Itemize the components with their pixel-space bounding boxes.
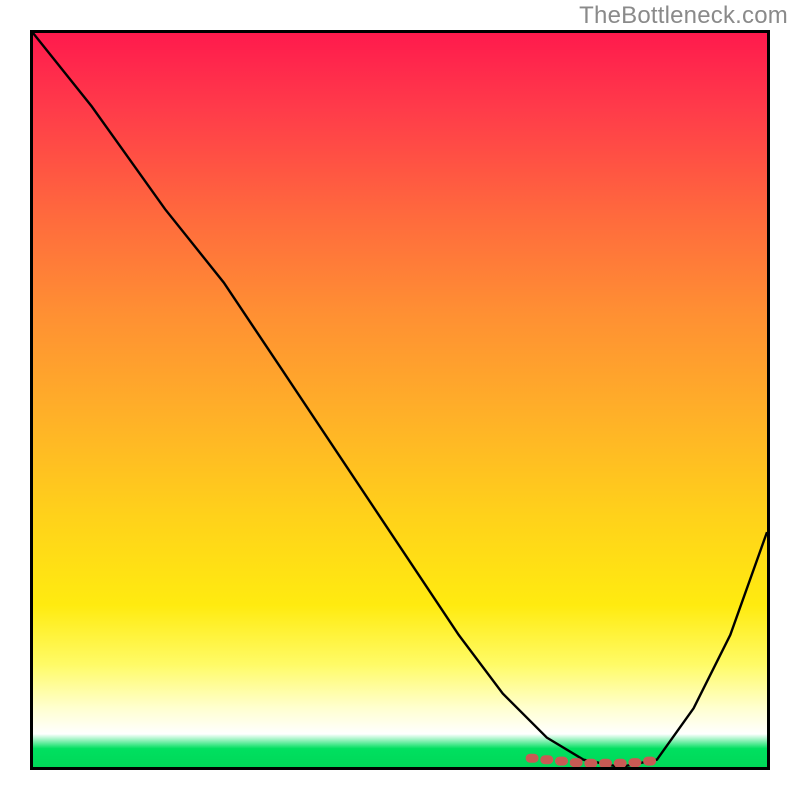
highlight-dots — [530, 758, 652, 763]
chart-container: TheBottleneck.com — [0, 0, 800, 800]
highlight-dot — [530, 758, 652, 763]
plot-area — [30, 30, 770, 770]
watermark-text: TheBottleneck.com — [579, 2, 788, 30]
curve-layer — [33, 33, 767, 767]
bottleneck-curve — [33, 33, 767, 767]
